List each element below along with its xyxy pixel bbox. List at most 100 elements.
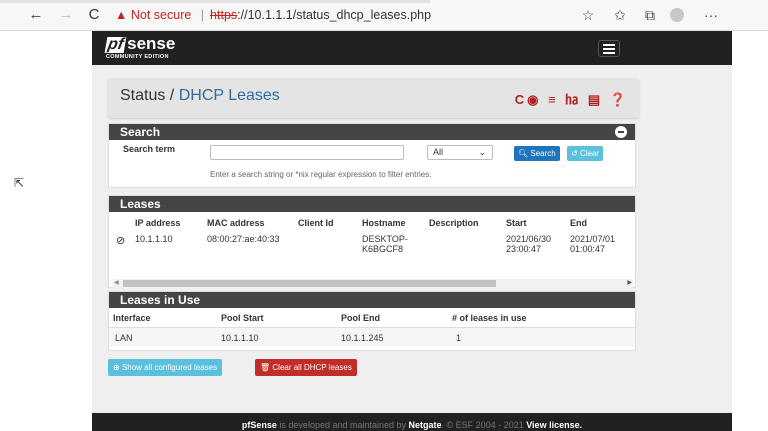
column-client-id[interactable]: Client Id bbox=[298, 214, 362, 231]
column-description[interactable]: Description bbox=[429, 214, 506, 231]
lease-description bbox=[429, 231, 506, 257]
online-status-icon: ⊘ bbox=[116, 235, 126, 247]
clear-all-leases-button[interactable]: 🗑︎ Clear all DHCP leases bbox=[255, 359, 357, 376]
leases-table: IP address MAC address Client Id Hostnam… bbox=[109, 214, 635, 257]
chevron-down-icon: ⌄ bbox=[478, 147, 486, 157]
url-scheme: https bbox=[210, 8, 238, 22]
top-navbar: pf sense COMMUNITY EDITION bbox=[92, 31, 732, 65]
column-ip[interactable]: IP address bbox=[135, 214, 207, 231]
search-help-text: Enter a search string or *nix regular ex… bbox=[210, 170, 432, 179]
not-secure-label[interactable]: Not secure bbox=[131, 8, 191, 22]
netgate-link[interactable]: Netgate bbox=[409, 420, 442, 430]
view-license-link[interactable]: View license. bbox=[526, 420, 582, 430]
page-left-margin: ⇱ bbox=[0, 31, 92, 431]
address-bar[interactable]: ▲ Not secure | https://10.1.1.1/status_dh… bbox=[115, 8, 431, 22]
pfsense-logo[interactable]: pf sense COMMUNITY EDITION bbox=[104, 34, 176, 60]
breadcrumb-status[interactable]: Status / bbox=[120, 87, 174, 104]
search-filter-value: All bbox=[433, 147, 444, 157]
in-use-pool-end: 10.1.1.245 bbox=[341, 332, 384, 343]
horizontal-scrollbar[interactable]: ◀ ▶ bbox=[113, 279, 633, 288]
in-use-count: 1 bbox=[456, 332, 462, 343]
search-button-label: Search bbox=[530, 149, 556, 158]
url-text: ://10.1.1.1/status_dhcp_leases.php bbox=[237, 8, 432, 22]
search-button[interactable]: 🔍︎ Search bbox=[514, 146, 560, 161]
column-end[interactable]: End bbox=[570, 214, 635, 231]
leases-panel-title: Leases bbox=[120, 197, 161, 211]
profile-icon[interactable] bbox=[670, 8, 684, 22]
search-panel: Search Search term All ⌄ 🔍︎ Search ↺ Cle… bbox=[108, 123, 636, 188]
lease-hostname-line2: K6BGCF8 bbox=[362, 244, 404, 254]
leases-header-row: IP address MAC address Client Id Hostnam… bbox=[109, 214, 635, 231]
lease-mac: 08:00:27:ae:40:33 bbox=[207, 234, 280, 244]
plus-circle-icon: ⊕ bbox=[113, 363, 120, 372]
collapse-icon[interactable] bbox=[615, 126, 627, 138]
clear-all-leases-label: Clear all DHCP leases bbox=[272, 363, 352, 372]
browser-toolbar: ← → C ▲ Not secure | https://10.1.1.1/sta… bbox=[0, 0, 768, 31]
lease-start-time: 23:00:47 bbox=[506, 244, 542, 254]
column-start[interactable]: Start bbox=[506, 214, 570, 231]
column-pool-end[interactable]: Pool End bbox=[341, 310, 452, 327]
search-panel-title: Search bbox=[120, 125, 161, 139]
lease-ip: 10.1.1.10 bbox=[135, 234, 173, 244]
leases-in-use-header: Leases in Use bbox=[109, 292, 635, 308]
leases-in-use-title: Leases in Use bbox=[120, 293, 201, 307]
title-shortcut-icons[interactable]: C◉ ≡ ㏊ ▤ ❓ bbox=[515, 89, 629, 108]
breadcrumb-dhcp-leases[interactable]: DHCP Leases bbox=[179, 87, 280, 104]
search-panel-header: Search bbox=[109, 124, 635, 140]
leases-panel: Leases IP address MAC address Client Id … bbox=[108, 195, 636, 288]
table-row: ⊘ 10.1.1.10 08:00:27:ae:40:33 DESKTOP- K6… bbox=[109, 231, 635, 257]
status-column bbox=[109, 214, 135, 231]
table-row: LAN 10.1.1.10 10.1.1.245 1 bbox=[109, 327, 635, 346]
search-term-label: Search term bbox=[123, 144, 176, 154]
footer-product: pfSense bbox=[241, 420, 277, 430]
forward-icon[interactable]: → bbox=[56, 6, 76, 23]
column-pool-start[interactable]: Pool Start bbox=[221, 310, 341, 327]
in-use-interface: LAN bbox=[115, 332, 133, 343]
logo-subtitle: COMMUNITY EDITION bbox=[106, 54, 169, 60]
column-interface[interactable]: Interface bbox=[109, 310, 221, 327]
trash-icon: 🗑︎ bbox=[260, 363, 271, 372]
undo-icon: ↺ bbox=[571, 149, 578, 158]
page-title-bar: Status / DHCP Leases C◉ ≡ ㏊ ▤ ❓ bbox=[108, 78, 639, 118]
lease-start-date: 2021/06/30 bbox=[506, 234, 552, 244]
reload-icon[interactable]: C bbox=[84, 6, 104, 23]
back-icon[interactable]: ← bbox=[26, 6, 46, 23]
reader-mode-icon[interactable]: ☆ bbox=[579, 7, 597, 24]
lease-start: 2021/06/30 23:00:47 bbox=[506, 231, 570, 257]
footer-text: is developed and maintained by bbox=[276, 420, 409, 430]
page-title: Status / DHCP Leases bbox=[120, 87, 280, 105]
collections-icon[interactable]: ⧉ bbox=[641, 7, 659, 24]
logo-sense: sense bbox=[127, 34, 176, 53]
tab-strip bbox=[0, 0, 430, 3]
lease-hostname-line1: DESKTOP- bbox=[362, 234, 408, 244]
lease-end: 2021/07/01 01:00:47 bbox=[570, 231, 635, 257]
search-icon: 🔍︎ bbox=[518, 149, 529, 158]
favorites-icon[interactable]: ✩ bbox=[611, 7, 629, 24]
scrollbar-thumb[interactable] bbox=[123, 280, 496, 287]
warning-icon: ▲ bbox=[115, 8, 128, 22]
lease-hostname: DESKTOP- K6BGCF8 bbox=[362, 231, 429, 257]
column-mac[interactable]: MAC address bbox=[207, 214, 298, 231]
leases-in-use-panel: Leases in Use Interface Pool Start Pool … bbox=[108, 291, 636, 351]
search-input[interactable] bbox=[210, 145, 404, 160]
lease-end-date: 2021/07/01 bbox=[570, 234, 616, 244]
scroll-right-icon[interactable]: ▶ bbox=[627, 279, 632, 286]
lease-end-time: 01:00:47 bbox=[570, 244, 606, 254]
address-separator: | bbox=[200, 8, 205, 22]
clear-button[interactable]: ↺ Clear bbox=[567, 146, 604, 161]
logo-pf: pf bbox=[104, 36, 127, 53]
clear-button-label: Clear bbox=[579, 149, 600, 158]
search-filter-select[interactable]: All ⌄ bbox=[427, 145, 493, 160]
page-footer: pfSense is developed and maintained by N… bbox=[92, 413, 732, 431]
leases-in-use-table: Interface Pool Start Pool End # of lease… bbox=[109, 310, 635, 346]
show-all-leases-button[interactable]: ⊕ Show all configured leases bbox=[108, 359, 223, 376]
in-use-header-row: Interface Pool Start Pool End # of lease… bbox=[109, 310, 635, 327]
menu-toggle-icon[interactable] bbox=[598, 40, 620, 57]
column-leases-count[interactable]: # of leases in use bbox=[452, 310, 635, 327]
leases-panel-header: Leases bbox=[109, 196, 635, 212]
more-icon[interactable]: ··· bbox=[702, 7, 720, 23]
mouse-cursor-icon: ⇱ bbox=[14, 176, 25, 190]
scroll-left-icon[interactable]: ◀ bbox=[114, 279, 119, 286]
column-hostname[interactable]: Hostname bbox=[362, 214, 429, 231]
footer-copyright: . © ESF 2004 - 2021 bbox=[441, 420, 527, 430]
